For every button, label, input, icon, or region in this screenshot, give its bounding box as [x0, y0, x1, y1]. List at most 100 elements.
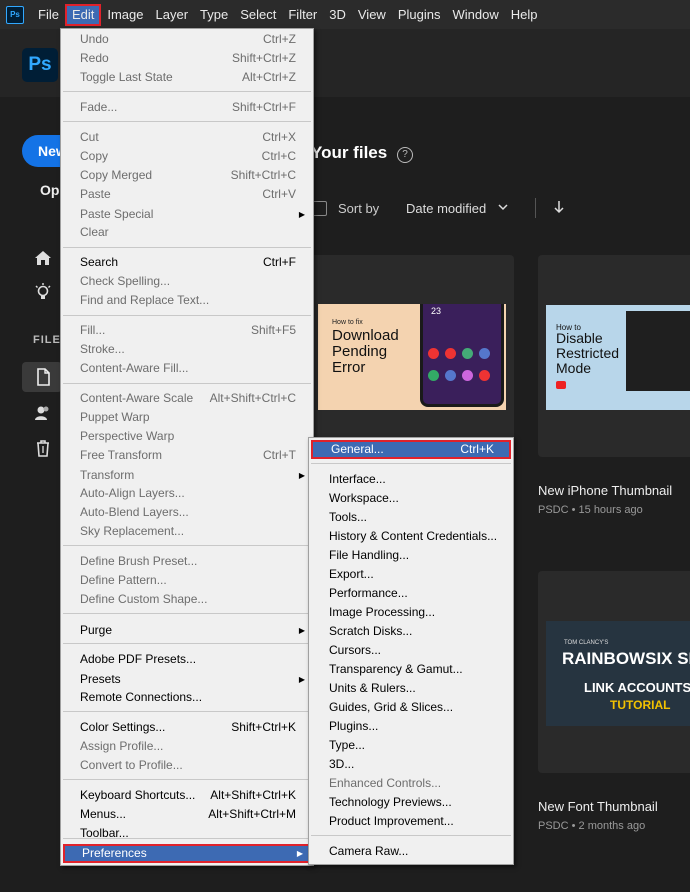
edit-menu-item-undo[interactable]: Undo Ctrl+Z: [63, 30, 311, 49]
preferences-item-image-processing[interactable]: Image Processing...: [311, 603, 511, 622]
edit-menu-item-check-spelling[interactable]: Check Spelling...: [63, 272, 311, 291]
menu-3d[interactable]: 3D: [323, 4, 352, 26]
edit-menu-item-cut[interactable]: Cut Ctrl+X: [63, 128, 311, 147]
preferences-item-performance[interactable]: Performance...: [311, 584, 511, 603]
edit-menu-item-preferences[interactable]: Preferences ▶: [63, 844, 311, 863]
preferences-item-workspace[interactable]: Workspace...: [311, 489, 511, 508]
preferences-item-guides-grid-slices[interactable]: Guides, Grid & Slices...: [311, 698, 511, 717]
edit-menu-item-copy[interactable]: Copy Ctrl+C: [63, 147, 311, 166]
edit-menu-item-define-brush-preset[interactable]: Define Brush Preset...: [63, 552, 311, 571]
chevron-down-icon[interactable]: [497, 201, 509, 213]
edit-menu-item-search[interactable]: Search Ctrl+F: [63, 253, 311, 272]
preferences-item-tools[interactable]: Tools...: [311, 508, 511, 527]
preferences-item-history-content-credentials[interactable]: History & Content Credentials...: [311, 527, 511, 546]
edit-menu-item-adobe-pdf-presets[interactable]: Adobe PDF Presets...: [63, 650, 311, 669]
preferences-item-3d[interactable]: 3D...: [311, 755, 511, 774]
phone-time: 23: [431, 306, 442, 316]
menu-plugins[interactable]: Plugins: [392, 4, 447, 26]
menu-item-label: General...: [331, 442, 384, 456]
home-icon[interactable]: [33, 248, 53, 268]
preferences-item-cursors[interactable]: Cursors...: [311, 641, 511, 660]
edit-menu-item-auto-align-layers[interactable]: Auto-Align Layers...: [63, 484, 311, 503]
thumbnail-text: How to fix: [332, 319, 363, 326]
menu-help[interactable]: Help: [505, 4, 544, 26]
menu-file[interactable]: File: [32, 4, 65, 26]
menu-filter[interactable]: Filter: [282, 4, 323, 26]
shared-users-icon[interactable]: [33, 403, 53, 423]
edit-menu-item-paste-special[interactable]: Paste Special ▶: [63, 205, 311, 224]
preferences-item-interface[interactable]: Interface...: [311, 470, 511, 489]
menu-item-label: Paste Special: [80, 207, 154, 221]
preferences-item-plugins[interactable]: Plugins...: [311, 717, 511, 736]
edit-menu-item-sky-replacement[interactable]: Sky Replacement...: [63, 522, 311, 541]
edit-menu-item-define-custom-shape[interactable]: Define Custom Shape...: [63, 590, 311, 609]
menu-item-label: Scratch Disks...: [329, 624, 413, 638]
menu-window[interactable]: Window: [446, 4, 504, 26]
menu-item-label: Stroke...: [80, 342, 125, 356]
preferences-item-type[interactable]: Type...: [311, 736, 511, 755]
file-name[interactable]: New Font Thumbnail: [538, 799, 658, 814]
menu-item-shortcut: Ctrl+X: [262, 130, 296, 144]
help-icon[interactable]: ?: [397, 147, 413, 163]
lightbulb-icon[interactable]: [33, 282, 53, 302]
edit-menu-item-keyboard-shortcuts[interactable]: Keyboard Shortcuts... Alt+Shift+Ctrl+K: [63, 786, 311, 805]
edit-menu-item-toggle-last-state[interactable]: Toggle Last State Alt+Ctrl+Z: [63, 68, 311, 87]
edit-menu-item-perspective-warp[interactable]: Perspective Warp: [63, 427, 311, 446]
edit-menu-item-convert-to-profile[interactable]: Convert to Profile...: [63, 756, 311, 775]
edit-menu-item-toolbar[interactable]: Toolbar...: [63, 824, 311, 843]
menu-item-label: Fade...: [80, 100, 118, 114]
edit-menu-item-transform[interactable]: Transform ▶: [63, 466, 311, 485]
select-all-checkbox[interactable]: [312, 201, 327, 216]
photoshop-app-icon[interactable]: Ps: [6, 5, 24, 24]
edit-menu-item-content-aware-scale[interactable]: Content-Aware Scale Alt+Shift+Ctrl+C: [63, 389, 311, 408]
edit-menu-item-fill[interactable]: Fill... Shift+F5: [63, 321, 311, 340]
edit-menu-item-remote-connections[interactable]: Remote Connections...: [63, 688, 311, 707]
sort-dropdown[interactable]: Date modified: [406, 201, 486, 216]
edit-menu-item-menus[interactable]: Menus... Alt+Shift+Ctrl+M: [63, 805, 311, 824]
edit-menu-item-define-pattern[interactable]: Define Pattern...: [63, 571, 311, 590]
preferences-item-technology-previews[interactable]: Technology Previews...: [311, 793, 511, 812]
preferences-item-transparency-gamut[interactable]: Transparency & Gamut...: [311, 660, 511, 679]
preferences-item-scratch-disks[interactable]: Scratch Disks...: [311, 622, 511, 641]
edit-menu-item-free-transform[interactable]: Free Transform Ctrl+T: [63, 446, 311, 465]
file-thumbnail[interactable]: How to fix Download Pending Error 23: [318, 304, 506, 410]
menu-select[interactable]: Select: [234, 4, 282, 26]
menu-item-shortcut: Ctrl+Z: [263, 32, 296, 46]
edit-menu-item-copy-merged[interactable]: Copy Merged Shift+Ctrl+C: [63, 166, 311, 185]
edit-menu-item-auto-blend-layers[interactable]: Auto-Blend Layers...: [63, 503, 311, 522]
menu-layer[interactable]: Layer: [150, 4, 195, 26]
edit-menu-item-clear[interactable]: Clear: [63, 223, 311, 242]
submenu-arrow-icon: ▶: [298, 675, 305, 684]
preferences-item-file-handling[interactable]: File Handling...: [311, 546, 511, 565]
preferences-item-general[interactable]: General... Ctrl+K: [311, 440, 511, 459]
menu-image[interactable]: Image: [101, 4, 149, 26]
menu-edit[interactable]: Edit: [64, 3, 102, 26]
preferences-item-export[interactable]: Export...: [311, 565, 511, 584]
edit-menu-item-paste[interactable]: Paste Ctrl+V: [63, 185, 311, 204]
menu-view[interactable]: View: [352, 4, 392, 26]
preferences-item-product-improvement[interactable]: Product Improvement...: [311, 812, 511, 831]
document-icon[interactable]: [33, 367, 53, 387]
edit-menu-item-puppet-warp[interactable]: Puppet Warp: [63, 408, 311, 427]
edit-menu-item-fade[interactable]: Fade... Shift+Ctrl+F: [63, 98, 311, 117]
edit-menu-item-redo[interactable]: Redo Shift+Ctrl+Z: [63, 49, 311, 68]
menu-item-label: Image Processing...: [329, 605, 436, 619]
thumbnail-text: Restricted: [556, 345, 620, 361]
file-thumbnail[interactable]: How to Disable Restricted Mode: [546, 305, 690, 410]
trash-icon[interactable]: [33, 438, 53, 458]
preferences-item-enhanced-controls[interactable]: Enhanced Controls...: [311, 774, 511, 793]
preferences-item-units-rulers[interactable]: Units & Rulers...: [311, 679, 511, 698]
edit-menu-item-stroke[interactable]: Stroke...: [63, 340, 311, 359]
arrow-down-icon[interactable]: [553, 199, 565, 215]
edit-menu-item-purge[interactable]: Purge ▶: [63, 621, 311, 640]
edit-menu-item-assign-profile[interactable]: Assign Profile...: [63, 737, 311, 756]
edit-menu-item-color-settings[interactable]: Color Settings... Shift+Ctrl+K: [63, 718, 311, 737]
preferences-item-camera-raw[interactable]: Camera Raw...: [311, 842, 511, 861]
edit-menu-item-find-and-replace-text[interactable]: Find and Replace Text...: [63, 291, 311, 310]
edit-menu-item-presets[interactable]: Presets ▶: [63, 670, 311, 689]
file-name[interactable]: New iPhone Thumbnail: [538, 483, 672, 498]
edit-menu-item-content-aware-fill[interactable]: Content-Aware Fill...: [63, 359, 311, 378]
menu-item-label: Keyboard Shortcuts...: [80, 788, 196, 802]
menu-type[interactable]: Type: [194, 4, 234, 26]
file-thumbnail[interactable]: TOM CLANCY'S RAINBOWSIX SIE LINK ACCOUNT…: [546, 621, 690, 726]
